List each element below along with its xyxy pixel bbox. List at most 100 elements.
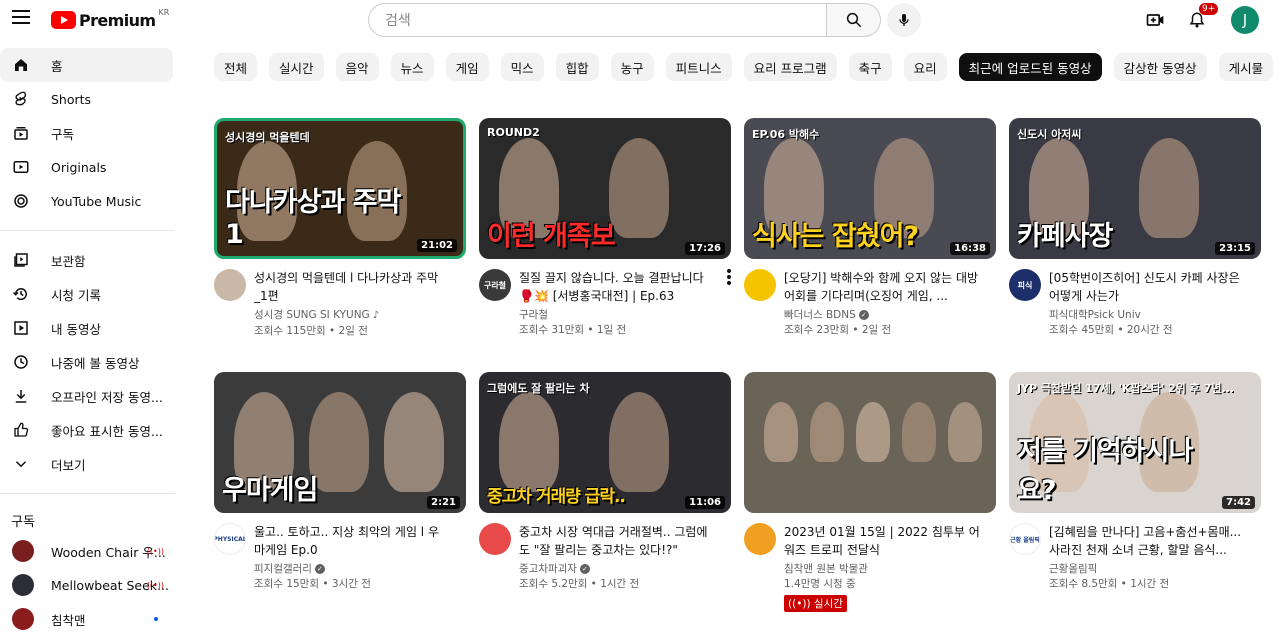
channel-avatar[interactable]: PHYSICAL xyxy=(214,523,246,555)
channel-name[interactable]: 성시경 SUNG SI KYUNG ♪ xyxy=(254,308,450,323)
video-title[interactable]: [05학번이즈히어] 신도시 카페 사장은 어떻게 사는가 xyxy=(1049,269,1245,305)
sidebar-item-library-0[interactable]: 보관함 xyxy=(0,243,180,277)
subscription-item[interactable]: Mellowbeat Seek... ((•)) xyxy=(0,568,180,602)
video-thumbnail[interactable]: 그럼에도 잘 팔리는 차 중고차 거래량 급락.. 11:06 xyxy=(479,372,731,513)
channel-avatar[interactable]: 근황 올림픽 xyxy=(1009,523,1041,555)
channel-avatar[interactable] xyxy=(214,269,246,301)
video-card[interactable]: 신도시 아저씨 카페사장 23:15 피식 [05학번이즈히어] 신도시 카페 사장은 … xyxy=(1009,118,1261,338)
thumbnail-figure xyxy=(609,138,669,238)
video-title[interactable]: [오당기] 박해수와 함께 오지 않는 대방어회를 기다리며(오징어 게임, .… xyxy=(784,269,980,305)
home-icon xyxy=(12,56,30,74)
sidebar-item-library-1[interactable]: 시청 기록 xyxy=(0,277,180,311)
filter-chip[interactable]: 농구 xyxy=(610,53,654,81)
video-thumbnail[interactable]: JYP 극찬받던 17세, 'K팝스타' 2위 후 7년... 저를 기억하시나요… xyxy=(1009,372,1261,513)
video-title[interactable]: [김혜림을 만나다] 고음+춤선+몸매... 사라진 천재 소녀 근황, 할말 … xyxy=(1049,523,1245,559)
video-thumbnail[interactable]: 우마게임 2:21 xyxy=(214,372,466,513)
channel-name[interactable]: 중고차파괴자 ✓ xyxy=(519,562,715,576)
account-avatar[interactable]: J xyxy=(1231,6,1259,34)
filter-chip[interactable]: 믹스 xyxy=(500,53,544,81)
sidebar-item-library-2[interactable]: 내 동영상 xyxy=(0,311,180,345)
video-stats: 조회수 45만회 • 20시간 전 xyxy=(1049,324,1173,336)
filter-chip[interactable]: 요리 xyxy=(903,53,947,81)
sidebar-item-library-3[interactable]: 나중에 볼 동영상 xyxy=(0,345,180,379)
filter-chip[interactable]: 게임 xyxy=(445,53,489,81)
video-thumbnail[interactable]: EP.06 박해수 식사는 잡쉈어? 16:38 xyxy=(744,118,996,259)
video-title[interactable]: 성시경의 먹을텐데 l 다나카상과 주막 _1편 xyxy=(254,269,450,305)
sidebar-item-label: Shorts xyxy=(51,91,92,107)
sidebar-item-main-0[interactable]: 홈 xyxy=(0,48,173,82)
channel-name[interactable]: 피지컬갤러리 ✓ xyxy=(254,562,450,576)
channel-name[interactable]: 피식대학Psick Univ xyxy=(1049,308,1245,322)
video-thumbnail[interactable]: ROUND2 이런 개족보 17:26 xyxy=(479,118,731,259)
menu-icon[interactable] xyxy=(12,10,30,26)
video-thumbnail[interactable]: 성시경의 먹을텐데 다나카상과 주막 1 21:02 xyxy=(214,118,466,259)
channel-avatar[interactable] xyxy=(744,523,776,555)
filter-chip[interactable]: 피트니스 xyxy=(665,53,732,81)
sidebar-item-main-1[interactable]: Shorts xyxy=(0,82,180,116)
channel-avatar xyxy=(12,574,34,596)
channel-name[interactable]: 침착맨 원본 박물관 xyxy=(784,562,980,576)
video-card[interactable]: 2023년 01월 15일 | 2022 침투부 어워즈 트로피 전달식침착맨 … xyxy=(744,372,996,612)
filter-chip[interactable]: 음악 xyxy=(335,53,379,81)
channel-name[interactable]: 구라철 xyxy=(519,308,715,322)
video-meta: [오당기] 박해수와 함께 오지 않는 대방어회를 기다리며(오징어 게임, .… xyxy=(744,269,996,338)
filter-chip[interactable]: 힙합 xyxy=(555,53,599,81)
video-title[interactable]: 질질 끌지 않습니다. 오늘 결판납니다🥊💥 [서병홍국대전] | Ep.63 xyxy=(519,269,715,305)
live-badge: ((•)) 실시간 xyxy=(784,595,847,612)
channel-avatar[interactable]: 피식 xyxy=(1009,269,1041,301)
sidebar-item-library-4[interactable]: 오프라인 저장 동영... xyxy=(0,379,180,413)
filter-chip[interactable]: 실시간 xyxy=(269,53,324,81)
thumbnail-headline: 우마게임 xyxy=(222,475,318,506)
video-stats: 조회수 5.2만회 • 1시간 전 xyxy=(519,578,640,590)
search-button[interactable] xyxy=(827,3,881,37)
channel-name[interactable]: 근황올림픽 xyxy=(1049,562,1245,576)
video-duration: 17:26 xyxy=(685,242,725,255)
filter-chip[interactable]: 최근에 업로드된 동영상 xyxy=(958,53,1102,81)
country-code: KR xyxy=(158,7,170,17)
video-card[interactable]: JYP 극찬받던 17세, 'K팝스타' 2위 후 7년... 저를 기억하시나요… xyxy=(1009,372,1261,592)
video-title[interactable]: 울고.. 토하고.. 지상 최악의 게임 l 우마게임 Ep.0 xyxy=(254,523,450,559)
filter-chip[interactable]: 요리 프로그램 xyxy=(743,53,837,81)
sidebar-item-library-6[interactable]: 더보기 xyxy=(0,447,180,481)
channel-avatar[interactable]: 구라철 xyxy=(479,269,511,301)
channel-name[interactable]: 빠더너스 BDNS ✓ xyxy=(784,308,980,322)
filter-chip[interactable]: 축구 xyxy=(848,53,892,81)
create-button[interactable] xyxy=(1141,6,1169,34)
video-meta: 피식 [05학번이즈히어] 신도시 카페 사장은 어떻게 사는가피식대학Psick… xyxy=(1009,269,1261,338)
sidebar-item-label: 더보기 xyxy=(51,457,86,473)
video-card[interactable]: ROUND2 이런 개족보 17:26 구라철 질질 끌지 않습니다. 오늘 결판납니다… xyxy=(479,118,733,338)
sidebar-item-library-5[interactable]: 좋아요 표시한 동영... xyxy=(0,413,180,447)
video-thumbnail[interactable] xyxy=(744,372,996,513)
video-card[interactable]: 그럼에도 잘 팔리는 차 중고차 거래량 급락.. 11:06 중고차 시장 역대급 … xyxy=(479,372,731,592)
shorts-icon xyxy=(12,90,30,108)
search-input[interactable]: 검색 xyxy=(368,3,827,37)
video-card[interactable]: EP.06 박해수 식사는 잡쉈어? 16:38 [오당기] 박해수와 함께 오지 않… xyxy=(744,118,996,338)
music-icon xyxy=(12,192,30,210)
subscription-item[interactable]: Wooden Chair 우... ((•)) xyxy=(0,534,180,568)
microphone-icon xyxy=(899,14,909,26)
voice-search-button[interactable] xyxy=(887,3,921,37)
sidebar-item-main-3[interactable]: Originals xyxy=(0,150,180,184)
filter-chip[interactable]: 전체 xyxy=(214,53,258,81)
filter-chip[interactable]: 뉴스 xyxy=(390,53,434,81)
channel-avatar[interactable] xyxy=(479,523,511,555)
subscription-item[interactable]: 침착맨 xyxy=(0,602,180,636)
youtube-premium-logo[interactable]: Premium KR xyxy=(51,7,170,30)
video-thumbnail[interactable]: 신도시 아저씨 카페사장 23:15 xyxy=(1009,118,1261,259)
channel-name-text: 피지컬갤러리 xyxy=(254,563,312,575)
video-card[interactable]: 성시경의 먹을텐데 다나카상과 주막 1 21:02 성시경의 먹을텐데 l 다나카상… xyxy=(214,118,466,339)
video-meta: 근황 올림픽 [김혜림을 만나다] 고음+춤선+몸매... 사라진 천재 소녀 근… xyxy=(1009,523,1261,592)
notifications-button[interactable]: 9+ xyxy=(1183,3,1219,34)
top-bar: Premium KR 검색 9+ J xyxy=(0,0,1280,40)
sidebar-item-main-4[interactable]: YouTube Music xyxy=(0,184,180,218)
video-card[interactable]: 우마게임 2:21 PHYSICAL 울고.. 토하고.. 지상 최악의 게임 l 우… xyxy=(214,372,466,592)
channel-name-text: 침착맨 원본 박물관 xyxy=(784,563,868,575)
video-duration: 2:21 xyxy=(427,496,460,509)
sidebar-item-main-2[interactable]: 구독 xyxy=(0,116,180,150)
filter-chip[interactable]: 게시물 xyxy=(1218,53,1274,81)
video-title[interactable]: 2023년 01월 15일 | 2022 침투부 어워즈 트로피 전달식 xyxy=(784,523,980,559)
video-title[interactable]: 중고차 시장 역대급 거래절벽.. 그럼에도 "잘 팔리는 중고차는 있다!?" xyxy=(519,523,715,559)
channel-avatar[interactable] xyxy=(744,269,776,301)
more-options-icon[interactable]: • • • xyxy=(723,265,735,291)
filter-chip[interactable]: 감상한 동영상 xyxy=(1113,53,1207,81)
